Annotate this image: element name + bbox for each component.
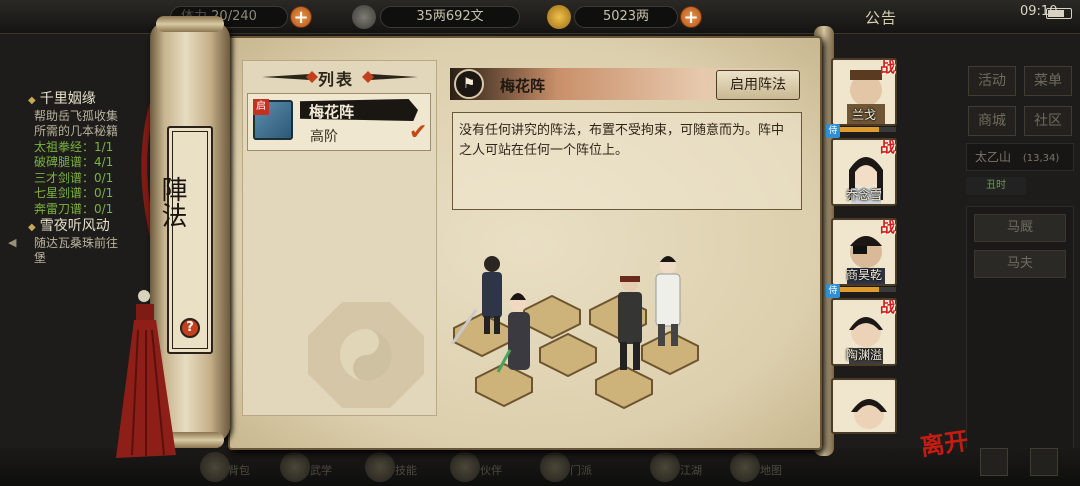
detail-title: 梅花阵: [500, 77, 546, 95]
battle-tag: 战: [880, 298, 896, 316]
leader-badge: 侍: [826, 284, 840, 298]
npc-panel: [966, 206, 1074, 452]
location-name: 太乙山: [975, 150, 1012, 164]
leader-badge: 侍: [826, 124, 840, 138]
portrait: [851, 399, 887, 429]
formation-name: 梅花阵: [309, 103, 355, 121]
sect-icon[interactable]: [540, 452, 570, 482]
coin-icon: [352, 5, 376, 29]
check-icon: ✔: [409, 120, 428, 145]
activity-button[interactable]: 活动: [968, 66, 1016, 96]
formation-tile: [453, 312, 511, 358]
formation-description: 没有任何讲究的阵法，布置不受拘束，可随意而为。阵中之人可站在任何一个阵位上。: [459, 123, 785, 158]
formation-level: 高阶: [310, 129, 338, 145]
martial-icon[interactable]: [280, 452, 310, 482]
bottom-label: 技能: [395, 464, 417, 477]
add-gold-button[interactable]: +: [680, 6, 702, 28]
party-member-card[interactable]: [831, 378, 897, 434]
list-title: 列表: [318, 70, 355, 89]
formation-tile: [539, 332, 597, 378]
bottom-label: 江湖: [680, 464, 702, 477]
bottom-label: 地图: [760, 464, 782, 477]
member-name: 陶渊溢: [845, 348, 882, 362]
location-coords: (13,34): [1022, 153, 1060, 164]
bottom-label: 门派: [570, 464, 592, 477]
page-title: 陣法: [157, 176, 187, 228]
member-name: 乔念雪: [845, 188, 882, 202]
formation-tile: [475, 362, 533, 408]
bottom-label: 背包: [228, 464, 250, 477]
bagua-emblem: [308, 302, 424, 408]
flag-icon: ⚑: [454, 69, 484, 99]
npc-stable-button[interactable]: 马厩: [974, 214, 1066, 242]
leave-button[interactable]: 离开: [918, 421, 970, 462]
notice-button[interactable]: 公告: [865, 7, 897, 28]
community-button[interactable]: 社区: [1024, 106, 1072, 136]
formation-tile: [595, 364, 653, 410]
enabled-tag: 启: [253, 99, 269, 115]
collapse-arrow-icon[interactable]: ◀: [8, 236, 16, 249]
battle-tag: 战: [880, 218, 896, 236]
add-stamina-button[interactable]: +: [290, 6, 312, 28]
gold-display: 5023两: [574, 6, 678, 28]
formation-tile: [641, 330, 699, 376]
npc-groom-button[interactable]: 马夫: [974, 250, 1066, 278]
corner-button[interactable]: [980, 448, 1008, 476]
character-figure: [618, 276, 642, 370]
bag-icon[interactable]: [200, 452, 230, 482]
red-tassel: [116, 290, 176, 458]
enable-formation-button[interactable]: 启用阵法: [716, 70, 800, 100]
bottom-label: 武学: [310, 464, 332, 477]
hp-bar: [840, 127, 896, 132]
hp-bar: [840, 287, 896, 292]
member-name: 商昊乾: [845, 268, 882, 282]
corner-button[interactable]: [1030, 448, 1058, 476]
location-display: 太乙山 (13,34): [966, 143, 1074, 171]
shop-button[interactable]: 商城: [968, 106, 1016, 136]
formation-tile: [523, 294, 581, 340]
map-icon[interactable]: [730, 452, 760, 482]
bottom-label: 伙伴: [480, 464, 502, 477]
money-display: 35两692文: [380, 6, 520, 28]
menu-button[interactable]: 菜单: [1024, 66, 1072, 96]
member-name: 兰戈: [851, 108, 876, 122]
battery-icon: [1046, 8, 1072, 19]
jianghu-icon[interactable]: [650, 452, 680, 482]
description-box: 没有任何讲究的阵法，布置不受拘束，可随意而为。阵中之人可站在任何一个阵位上。: [452, 112, 802, 210]
partner-icon[interactable]: [450, 452, 480, 482]
battle-tag: 战: [880, 58, 896, 76]
formation-board[interactable]: [440, 240, 720, 436]
time-tag: 丑时: [966, 177, 1026, 195]
skill-icon[interactable]: [365, 452, 395, 482]
gold-ingot-icon: [547, 5, 571, 29]
battle-tag: 战: [880, 138, 896, 156]
